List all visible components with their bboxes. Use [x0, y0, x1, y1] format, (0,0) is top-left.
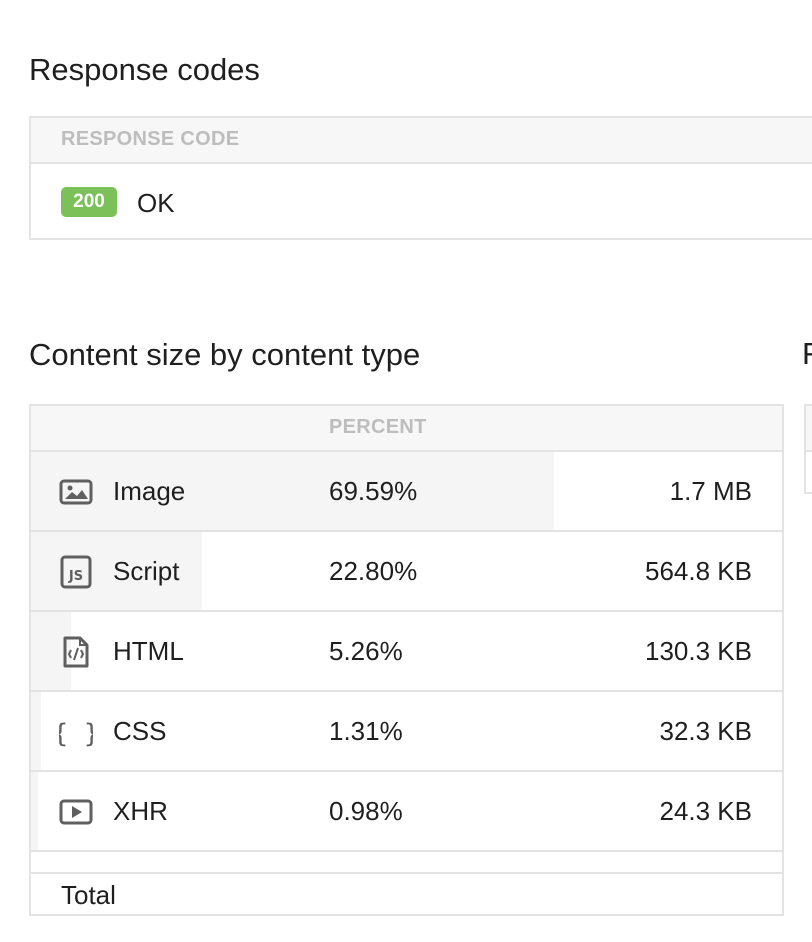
content-type-label: Image	[113, 476, 186, 506]
status-badge: 200	[61, 187, 117, 217]
total-row: Total	[31, 874, 782, 914]
share-bar	[31, 692, 41, 770]
html-file-icon	[63, 636, 89, 668]
percent-value: 5.26%	[329, 636, 403, 666]
status-label: OK	[137, 188, 175, 218]
share-bar	[31, 452, 554, 530]
content-size-table: PERCENT Image 69.59% 1.7 MB JS Script 22…	[29, 404, 784, 916]
svg-text:JS: JS	[68, 569, 83, 584]
js-file-icon: JS	[60, 555, 92, 589]
content-type-label: HTML	[113, 636, 184, 666]
total-label: Total	[61, 880, 116, 910]
size-value: 32.3 KB	[659, 716, 752, 746]
css-braces-icon: { }	[59, 719, 93, 749]
column-header-percent[interactable]: PERCENT	[329, 416, 427, 439]
size-value: 564.8 KB	[645, 556, 752, 586]
content-type-label: XHR	[113, 796, 168, 826]
svg-text:{ }: { }	[59, 719, 93, 749]
response-codes-title: Response codes	[29, 52, 260, 87]
next-panel-title: F	[802, 336, 812, 371]
percent-value: 69.59%	[329, 476, 418, 506]
image-icon	[59, 479, 93, 505]
response-codes-table: RESPONSE CODE 200 OK	[29, 116, 812, 240]
table-row: { } CSS 1.31% 32.3 KB	[31, 692, 782, 772]
table-header: PERCENT	[31, 406, 782, 452]
next-panel-table	[804, 404, 812, 494]
size-value: 130.3 KB	[645, 636, 752, 666]
table-divider	[31, 852, 782, 874]
content-type-label: CSS	[113, 716, 167, 746]
column-header-response-code[interactable]: RESPONSE CODE	[61, 128, 239, 151]
table-row: 200 OK	[31, 164, 812, 242]
share-bar	[31, 772, 39, 850]
table-header: RESPONSE CODE	[31, 118, 812, 164]
table-row: XHR 0.98% 24.3 KB	[31, 772, 782, 852]
percent-value: 1.31%	[329, 716, 403, 746]
table-row: HTML 5.26% 130.3 KB	[31, 612, 782, 692]
content-size-title: Content size by content type	[29, 337, 421, 372]
percent-value: 0.98%	[329, 796, 403, 826]
play-icon	[59, 799, 93, 825]
table-header	[806, 406, 812, 452]
size-value: 24.3 KB	[659, 796, 752, 826]
percent-value: 22.80%	[329, 556, 418, 586]
content-type-label: Script	[113, 556, 180, 586]
table-row: Image 69.59% 1.7 MB	[31, 452, 782, 532]
size-value: 1.7 MB	[669, 476, 752, 506]
table-row: JS Script 22.80% 564.8 KB	[31, 532, 782, 612]
